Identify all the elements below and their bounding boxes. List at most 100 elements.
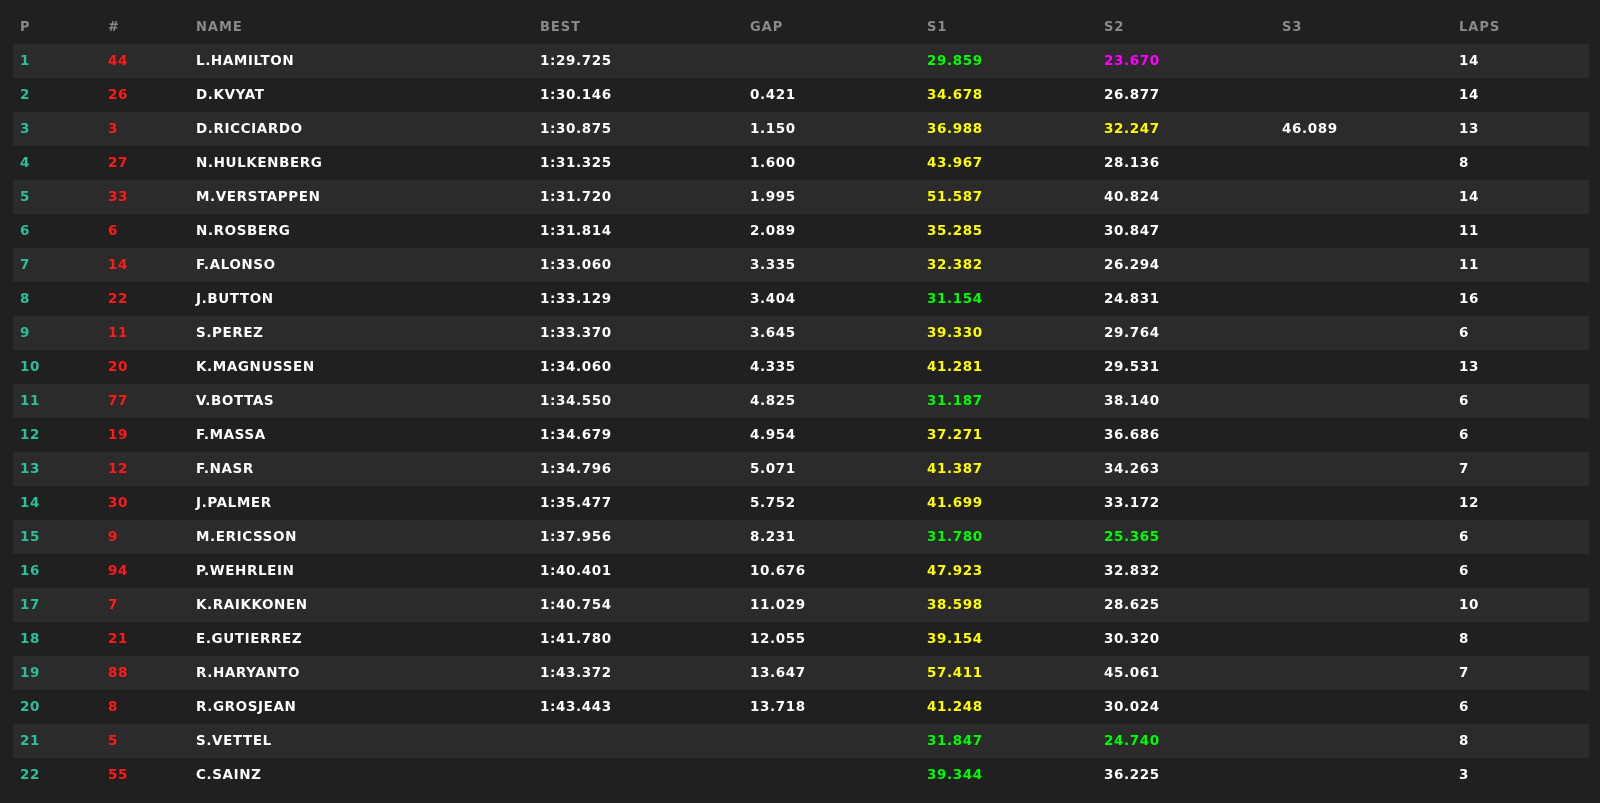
table-row[interactable]: 16 94 P.WEHRLEIN 1:40.401 10.676 47.923 32.832… xyxy=(13,554,1589,588)
car-number-cell: 33 xyxy=(108,189,128,205)
position-cell: 3 xyxy=(20,121,30,137)
laps-cell: 8 xyxy=(1459,155,1469,171)
laps-cell: 6 xyxy=(1459,699,1469,715)
table-row[interactable]: 15 9 M.ERICSSON 1:37.956 8.231 31.780 25.365 6 xyxy=(13,520,1589,554)
table-row[interactable]: 5 33 M.VERSTAPPEN 1:31.720 1.995 51.587 40.824… xyxy=(13,180,1589,214)
sector-1-cell: 41.281 xyxy=(927,359,983,375)
column-header-position[interactable]: P xyxy=(20,20,31,35)
column-header-laps[interactable]: LAPS xyxy=(1459,20,1500,35)
best-lap-cell: 1:34.550 xyxy=(540,393,612,409)
laps-cell: 3 xyxy=(1459,767,1469,783)
sector-1-cell: 43.967 xyxy=(927,155,983,171)
table-row[interactable]: 6 6 N.ROSBERG 1:31.814 2.089 35.285 30.847 11 xyxy=(13,214,1589,248)
table-row[interactable]: 3 3 D.RICCIARDO 1:30.875 1.150 36.988 32.247 46… xyxy=(13,112,1589,146)
table-row[interactable]: 8 22 J.BUTTON 1:33.129 3.404 31.154 24.831 16 xyxy=(13,282,1589,316)
car-number-cell: 19 xyxy=(108,427,128,443)
table-row[interactable]: 17 7 K.RAIKKONEN 1:40.754 11.029 38.598 28.625… xyxy=(13,588,1589,622)
car-number-cell: 55 xyxy=(108,767,128,783)
gap-cell: 11.029 xyxy=(750,597,806,613)
best-lap-cell: 1:30.146 xyxy=(540,87,612,103)
best-lap-cell: 1:33.129 xyxy=(540,291,612,307)
sector-2-cell: 23.670 xyxy=(1104,53,1160,69)
best-lap-cell: 1:31.325 xyxy=(540,155,612,171)
column-header-s3[interactable]: S3 xyxy=(1282,20,1302,35)
laps-cell: 11 xyxy=(1459,257,1479,273)
table-row[interactable]: 1 44 L.HAMILTON 1:29.725 29.859 23.670 14 xyxy=(13,44,1589,78)
car-number-cell: 26 xyxy=(108,87,128,103)
position-cell: 16 xyxy=(20,563,40,579)
position-cell: 18 xyxy=(20,631,40,647)
driver-name-cell: S.PEREZ xyxy=(196,325,264,341)
driver-name-cell: R.HARYANTO xyxy=(196,665,301,681)
table-row[interactable]: 11 77 V.BOTTAS 1:34.550 4.825 31.187 38.140 6 xyxy=(13,384,1589,418)
car-number-cell: 14 xyxy=(108,257,128,273)
position-cell: 1 xyxy=(20,53,30,69)
column-header-s1[interactable]: S1 xyxy=(927,20,947,35)
laps-cell: 7 xyxy=(1459,665,1469,681)
table-row[interactable]: 13 12 F.NASR 1:34.796 5.071 41.387 34.263 7 xyxy=(13,452,1589,486)
driver-name-cell: F.ALONSO xyxy=(196,257,276,273)
sector-2-cell: 45.061 xyxy=(1104,665,1160,681)
gap-cell: 5.752 xyxy=(750,495,796,511)
car-number-cell: 3 xyxy=(108,121,118,137)
column-header-best[interactable]: BEST xyxy=(540,20,581,35)
table-row[interactable]: 2 26 D.KVYAT 1:30.146 0.421 34.678 26.877 14 xyxy=(13,78,1589,112)
table-row[interactable]: 20 8 R.GROSJEAN 1:43.443 13.718 41.248 30.024 6 xyxy=(13,690,1589,724)
laps-cell: 14 xyxy=(1459,189,1479,205)
driver-name-cell: E.GUTIERREZ xyxy=(196,631,303,647)
sector-2-cell: 26.877 xyxy=(1104,87,1160,103)
sector-1-cell: 31.154 xyxy=(927,291,983,307)
car-number-cell: 20 xyxy=(108,359,128,375)
sector-2-cell: 30.847 xyxy=(1104,223,1160,239)
position-cell: 6 xyxy=(20,223,30,239)
car-number-cell: 30 xyxy=(108,495,128,511)
gap-cell: 3.645 xyxy=(750,325,796,341)
sector-1-cell: 39.344 xyxy=(927,767,983,783)
table-row[interactable]: 4 27 N.HULKENBERG 1:31.325 1.600 43.967 28.136… xyxy=(13,146,1589,180)
car-number-cell: 5 xyxy=(108,733,118,749)
gap-cell: 3.404 xyxy=(750,291,796,307)
column-header-name[interactable]: NAME xyxy=(196,20,243,35)
sector-1-cell: 34.678 xyxy=(927,87,983,103)
best-lap-cell: 1:35.477 xyxy=(540,495,612,511)
sector-1-cell: 36.988 xyxy=(927,121,983,137)
table-row[interactable]: 18 21 E.GUTIERREZ 1:41.780 12.055 39.154 30.32… xyxy=(13,622,1589,656)
driver-name-cell: K.RAIKKONEN xyxy=(196,597,308,613)
driver-name-cell: J.PALMER xyxy=(196,495,272,511)
driver-name-cell: J.BUTTON xyxy=(196,291,274,307)
sector-1-cell: 38.598 xyxy=(927,597,983,613)
table-row[interactable]: 14 30 J.PALMER 1:35.477 5.752 41.699 33.172 12 xyxy=(13,486,1589,520)
table-row[interactable]: 19 88 R.HARYANTO 1:43.372 13.647 57.411 45.061… xyxy=(13,656,1589,690)
table-row[interactable]: 22 55 C.SAINZ 39.344 36.225 3 xyxy=(13,758,1589,792)
gap-cell: 13.718 xyxy=(750,699,806,715)
table-body: 1 44 L.HAMILTON 1:29.725 29.859 23.670 14 2 26 D.… xyxy=(13,44,1589,792)
best-lap-cell: 1:31.814 xyxy=(540,223,612,239)
column-header-car-number[interactable]: # xyxy=(108,20,120,35)
position-cell: 5 xyxy=(20,189,30,205)
best-lap-cell: 1:37.956 xyxy=(540,529,612,545)
sector-2-cell: 30.320 xyxy=(1104,631,1160,647)
column-header-s2[interactable]: S2 xyxy=(1104,20,1124,35)
car-number-cell: 8 xyxy=(108,699,118,715)
sector-1-cell: 39.154 xyxy=(927,631,983,647)
sector-3-cell: 46.089 xyxy=(1282,121,1338,137)
gap-cell: 1.995 xyxy=(750,189,796,205)
car-number-cell: 77 xyxy=(108,393,128,409)
sector-2-cell: 32.832 xyxy=(1104,563,1160,579)
position-cell: 11 xyxy=(20,393,40,409)
car-number-cell: 6 xyxy=(108,223,118,239)
sector-2-cell: 38.140 xyxy=(1104,393,1160,409)
sector-2-cell: 29.764 xyxy=(1104,325,1160,341)
table-row[interactable]: 7 14 F.ALONSO 1:33.060 3.335 32.382 26.294 11 xyxy=(13,248,1589,282)
car-number-cell: 44 xyxy=(108,53,128,69)
gap-cell: 10.676 xyxy=(750,563,806,579)
table-row[interactable]: 21 5 S.VETTEL 31.847 24.740 8 xyxy=(13,724,1589,758)
column-header-gap[interactable]: GAP xyxy=(750,20,783,35)
best-lap-cell: 1:31.720 xyxy=(540,189,612,205)
sector-1-cell: 57.411 xyxy=(927,665,983,681)
table-row[interactable]: 12 19 F.MASSA 1:34.679 4.954 37.271 36.686 6 xyxy=(13,418,1589,452)
gap-cell: 1.600 xyxy=(750,155,796,171)
table-row[interactable]: 10 20 K.MAGNUSSEN 1:34.060 4.335 41.281 29.531… xyxy=(13,350,1589,384)
table-row[interactable]: 9 11 S.PEREZ 1:33.370 3.645 39.330 29.764 6 xyxy=(13,316,1589,350)
position-cell: 22 xyxy=(20,767,40,783)
